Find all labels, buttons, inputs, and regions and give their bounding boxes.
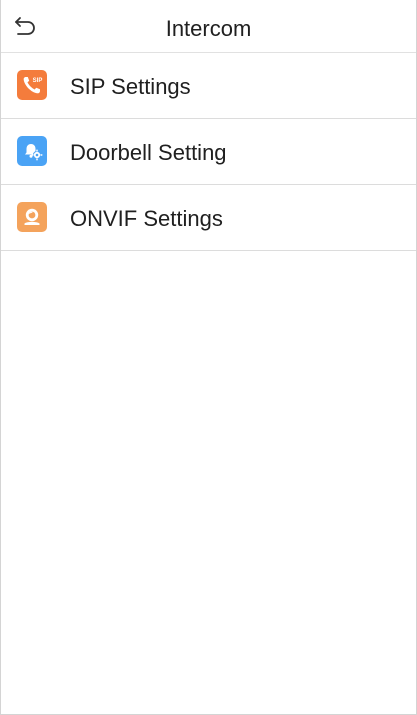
menu-item-label: ONVIF Settings (70, 206, 223, 231)
menu-item-doorbell-setting[interactable]: Doorbell Setting (1, 119, 416, 185)
sip-icon-text: SIP (33, 78, 43, 84)
intercom-screen: Intercom SIP SIP Settings Doorbell Setti… (0, 0, 417, 715)
page-title: Intercom (165, 16, 252, 41)
menu-item-label: SIP Settings (70, 74, 191, 99)
onvif-camera-icon (17, 202, 47, 232)
doorbell-settings-icon (17, 136, 47, 166)
menu-item-label: Doorbell Setting (70, 140, 227, 165)
settings-list: SIP SIP Settings Doorbell Setting ONVIF … (1, 53, 416, 251)
menu-item-onvif-settings[interactable]: ONVIF Settings (1, 185, 416, 251)
sip-phone-icon: SIP (17, 70, 47, 100)
header-bar: Intercom (1, 0, 416, 53)
menu-item-sip-settings[interactable]: SIP SIP Settings (1, 53, 416, 119)
